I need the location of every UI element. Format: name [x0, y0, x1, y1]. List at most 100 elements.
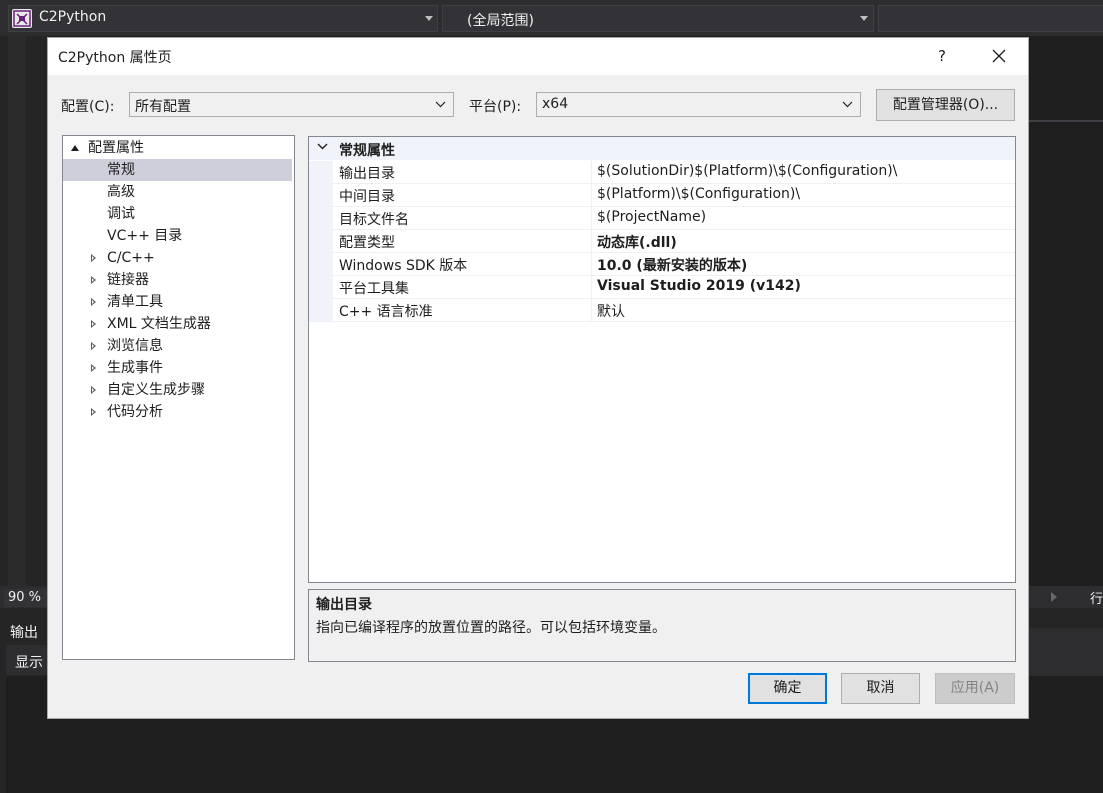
tree-item[interactable]: C/C++: [63, 247, 294, 269]
chevron-down-icon: [860, 16, 868, 21]
grid-property-name: Windows SDK 版本: [339, 258, 468, 274]
tree-item[interactable]: 清单工具: [63, 291, 294, 313]
tree-item-label: 清单工具: [107, 294, 163, 310]
tree-item-label: 生成事件: [107, 360, 163, 376]
tree-item-label: 自定义生成步骤: [107, 382, 205, 398]
grid-row[interactable]: 配置类型 动态库(.dll): [309, 230, 1015, 253]
scope-selector-label: (全局范围): [467, 13, 534, 29]
grid-row[interactable]: 平台工具集 Visual Studio 2019 (v142): [309, 276, 1015, 299]
line-indicator: 行: [1090, 592, 1103, 607]
tree-item[interactable]: 常规: [63, 159, 292, 181]
tree-item[interactable]: 高级: [63, 181, 294, 203]
tree-item[interactable]: 链接器: [63, 269, 294, 291]
output-show-label: 显示: [15, 655, 43, 671]
grid-column-divider[interactable]: [591, 230, 592, 253]
grid-row[interactable]: 中间目录 $(Platform)\$(Configuration)\: [309, 184, 1015, 207]
grid-column-divider[interactable]: [591, 276, 592, 299]
tree-item-label: 浏览信息: [107, 338, 163, 354]
collapsed-triangle-icon[interactable]: [91, 386, 96, 394]
grid-column-divider[interactable]: [591, 253, 592, 276]
platform-combo[interactable]: x64: [536, 92, 861, 117]
collapsed-triangle-icon[interactable]: [91, 320, 96, 328]
grid-row[interactable]: 目标文件名 $(ProjectName): [309, 207, 1015, 230]
grid-row-gutter: [309, 207, 333, 230]
cancel-button[interactable]: 取消: [841, 673, 920, 704]
grid-category-label: 常规属性: [339, 143, 395, 159]
collapsed-triangle-icon[interactable]: [91, 276, 96, 284]
grid-row[interactable]: 输出目录 $(SolutionDir)$(Platform)\$(Configur…: [309, 161, 1015, 184]
project-icon: [12, 9, 32, 28]
apply-button[interactable]: 应用(A): [935, 673, 1015, 704]
grid-category-header[interactable]: 常规属性: [309, 137, 1015, 160]
platform-label: 平台(P):: [469, 99, 522, 115]
tree-item-label: 代码分析: [107, 404, 163, 420]
tree-item-label: VC++ 目录: [107, 228, 183, 244]
chevron-down-icon: [842, 101, 853, 108]
tree-item[interactable]: 浏览信息: [63, 335, 294, 357]
property-pages-dialog: C2Python 属性页 ? 配置(C): 所有配置 平台(P): x64 配置…: [47, 37, 1029, 719]
grid-property-value[interactable]: $(SolutionDir)$(Platform)\$(Configuratio…: [597, 163, 897, 179]
grid-row[interactable]: C++ 语言标准 默认: [309, 299, 1015, 322]
property-grid: 常规属性 输出目录 $(SolutionDir)$(Platform)\$(Con…: [308, 136, 1016, 583]
grid-property-value[interactable]: $(Platform)\$(Configuration)\: [597, 186, 800, 202]
config-combo[interactable]: 所有配置: [129, 92, 454, 117]
collapsed-triangle-icon[interactable]: [91, 298, 96, 306]
description-panel: 输出目录 指向已编译程序的放置位置的路径。可以包括环境变量。: [308, 589, 1016, 662]
tree-item-label: C/C++: [107, 250, 155, 266]
close-icon: [992, 49, 1006, 63]
grid-row[interactable]: Windows SDK 版本 10.0 (最新安装的版本): [309, 253, 1015, 276]
tree-item[interactable]: 生成事件: [63, 357, 294, 379]
tree-item[interactable]: VC++ 目录: [63, 225, 294, 247]
grid-property-value[interactable]: 默认: [597, 301, 625, 321]
tree-item[interactable]: 代码分析: [63, 401, 294, 423]
grid-property-name: 配置类型: [339, 235, 395, 251]
grid-property-name: 目标文件名: [339, 212, 409, 228]
dialog-title: C2Python 属性页: [58, 50, 172, 66]
scope-selector[interactable]: (全局范围): [442, 5, 874, 32]
tree-item[interactable]: 自定义生成步骤: [63, 379, 294, 401]
config-manager-button[interactable]: 配置管理器(O)...: [876, 89, 1015, 121]
platform-combo-value: x64: [542, 96, 569, 112]
grid-column-divider[interactable]: [591, 184, 592, 207]
grid-row-gutter: [309, 184, 333, 207]
config-label: 配置(C):: [61, 99, 115, 115]
dialog-titlebar: C2Python 属性页 ?: [48, 38, 1028, 75]
grid-row-gutter: [309, 161, 333, 184]
grid-property-value[interactable]: 动态库(.dll): [597, 232, 677, 252]
grid-column-divider[interactable]: [591, 299, 592, 322]
output-panel-title[interactable]: 输出: [10, 622, 38, 642]
grid-property-name: 中间目录: [339, 189, 395, 205]
project-selector[interactable]: C2Python: [8, 5, 438, 32]
zoom-level[interactable]: 90 %: [4, 589, 48, 607]
help-button[interactable]: ?: [931, 45, 953, 67]
collapsed-triangle-icon[interactable]: [91, 408, 96, 416]
ok-button[interactable]: 确定: [748, 673, 827, 704]
collapsed-triangle-icon[interactable]: [91, 254, 96, 262]
grid-property-name: 输出目录: [339, 166, 395, 182]
description-text: 指向已编译程序的放置位置的路径。可以包括环境变量。: [316, 620, 666, 636]
config-combo-value: 所有配置: [135, 99, 191, 115]
collapsed-triangle-icon[interactable]: [91, 342, 96, 350]
description-title: 输出目录: [316, 597, 372, 613]
grid-column-divider[interactable]: [591, 161, 592, 184]
close-button[interactable]: [985, 42, 1013, 70]
grid-column-divider[interactable]: [591, 207, 592, 230]
grid-property-value[interactable]: 10.0 (最新安装的版本): [597, 255, 747, 275]
project-selector-label: C2Python: [39, 9, 107, 25]
tree-item[interactable]: 配置属性: [63, 137, 294, 159]
collapsed-triangle-icon[interactable]: [91, 364, 96, 372]
member-selector[interactable]: [878, 5, 1103, 32]
scroll-right-icon[interactable]: [1051, 592, 1057, 602]
grid-property-name: C++ 语言标准: [339, 304, 433, 320]
grid-property-value[interactable]: Visual Studio 2019 (v142): [597, 278, 801, 294]
chevron-down-icon: [317, 143, 328, 150]
tree-item[interactable]: 调试: [63, 203, 294, 225]
expanded-triangle-icon[interactable]: [71, 145, 79, 151]
tree-item[interactable]: XML 文档生成器: [63, 313, 294, 335]
tree-item-label: XML 文档生成器: [107, 316, 211, 332]
property-tree: 配置属性 常规 高级调试 VC++ 目录 C/C++ 链接器清单工具 XML 文档生成器 浏览…: [62, 135, 295, 660]
chevron-down-icon: [425, 16, 433, 21]
grid-property-value[interactable]: $(ProjectName): [597, 209, 706, 225]
tree-item-label: 调试: [107, 206, 135, 222]
grid-property-name: 平台工具集: [339, 281, 409, 297]
